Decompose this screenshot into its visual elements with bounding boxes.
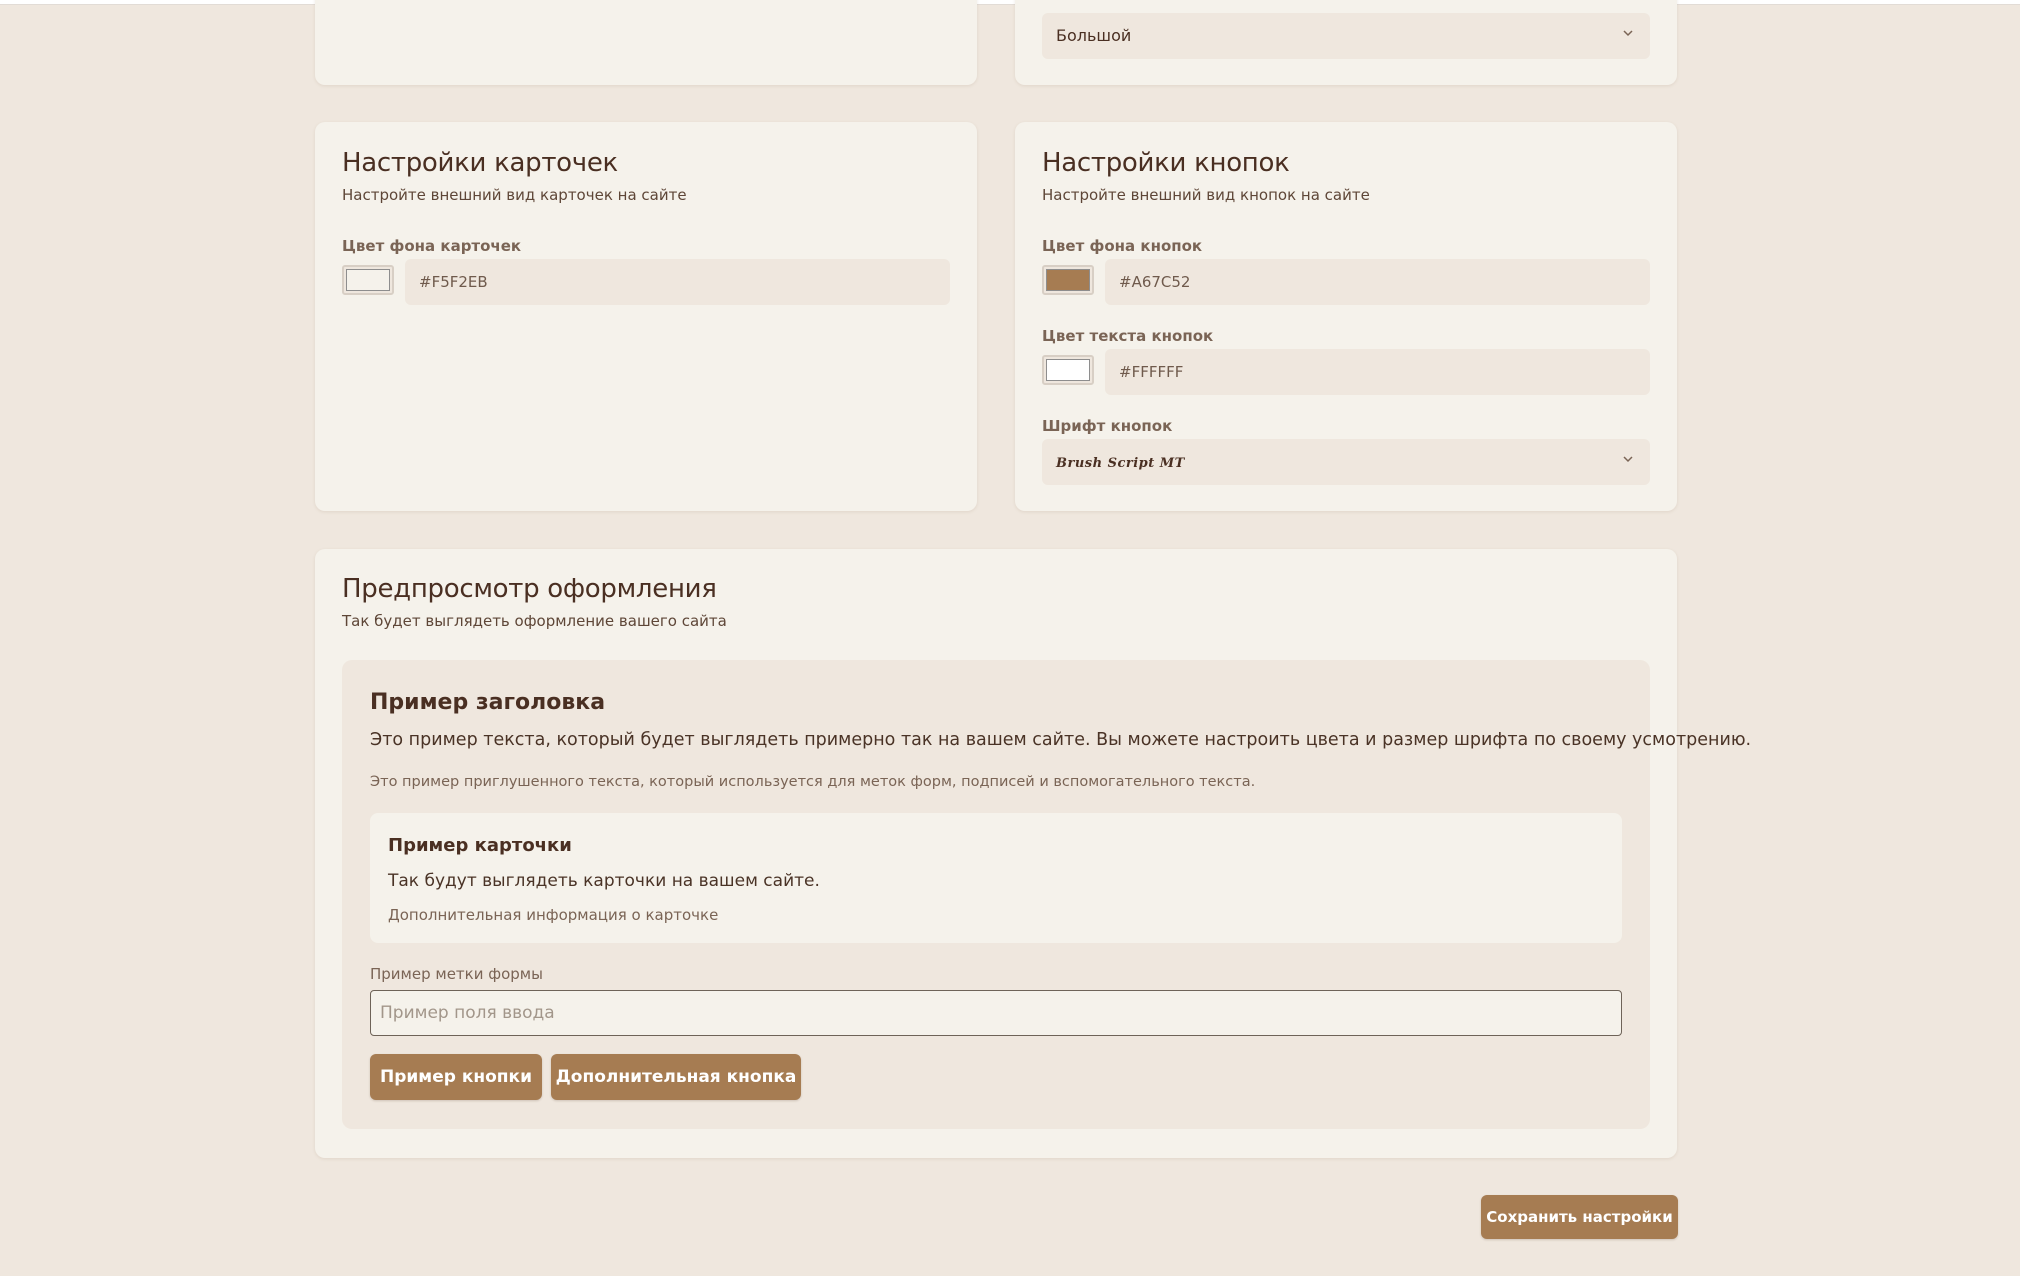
sample-heading: Пример заголовка <box>370 690 606 715</box>
chevron-down-icon <box>1623 456 1633 463</box>
top-edge <box>0 0 2020 5</box>
button-text-color-swatch[interactable] <box>1042 355 1094 385</box>
button-font-label: Шрифт кнопок <box>1042 417 1173 435</box>
button-bg-color-label: Цвет фона кнопок <box>1042 237 1203 255</box>
button-settings-title: Настройки кнопок <box>1042 148 1290 178</box>
font-size-select[interactable]: Большой <box>1042 13 1650 59</box>
card-settings-panel: Настройки карточек Настройте внешний вид… <box>315 122 977 511</box>
button-settings-description: Настройте внешний вид кнопок на сайте <box>1042 186 1370 204</box>
sample-card-text: Так будут выглядеть карточки на вашем са… <box>388 871 820 891</box>
preview-sample-area: Пример заголовка Это пример текста, кото… <box>342 660 1751 1129</box>
sample-input[interactable] <box>370 990 1622 1036</box>
top-left-card <box>315 0 977 85</box>
sample-secondary-button[interactable]: Дополнительная кнопка <box>551 1054 801 1100</box>
sample-primary-button[interactable]: Пример кнопки <box>370 1054 542 1100</box>
card-bg-color-label: Цвет фона карточек <box>342 237 522 255</box>
sample-muted-text: Это пример приглушенного текста, который… <box>370 774 1256 790</box>
chevron-down-icon <box>1623 30 1633 37</box>
save-settings-button[interactable]: Сохранить настройки <box>1481 1195 1678 1239</box>
card-settings-description: Настройте внешний вид карточек на сайте <box>342 186 687 204</box>
button-bg-color-swatch[interactable] <box>1042 265 1094 295</box>
preview-panel: Предпросмотр оформления Так будет выгляд… <box>315 549 1751 1158</box>
button-text-color-label: Цвет текста кнопок <box>1042 327 1214 345</box>
font-size-select-value: Большой <box>1056 26 1132 45</box>
sample-text: Это пример текста, который будет выгляде… <box>370 730 1752 750</box>
button-settings-panel: Настройки кнопок Настройте внешний вид к… <box>1015 122 1677 511</box>
button-bg-color-field[interactable]: #A67C52 <box>1105 259 1650 305</box>
sample-form-label: Пример метки формы <box>370 965 543 983</box>
sample-card: Пример карточки Так будут выглядеть карт… <box>370 813 1622 943</box>
top-right-card: Большой <box>1015 0 1677 85</box>
preview-title: Предпросмотр оформления <box>342 574 717 604</box>
sample-card-title: Пример карточки <box>388 835 572 856</box>
preview-description: Так будет выглядеть оформление вашего са… <box>342 612 727 630</box>
button-font-select[interactable]: Brush Script MT <box>1042 439 1650 485</box>
card-settings-title: Настройки карточек <box>342 148 618 178</box>
button-font-select-value: Brush Script MT <box>1056 456 1185 471</box>
card-bg-color-swatch[interactable] <box>342 265 394 295</box>
button-text-color-field[interactable]: #FFFFFF <box>1105 349 1650 395</box>
card-bg-color-field[interactable]: #F5F2EB <box>405 259 950 305</box>
sample-card-muted: Дополнительная информация о карточке <box>388 906 719 924</box>
